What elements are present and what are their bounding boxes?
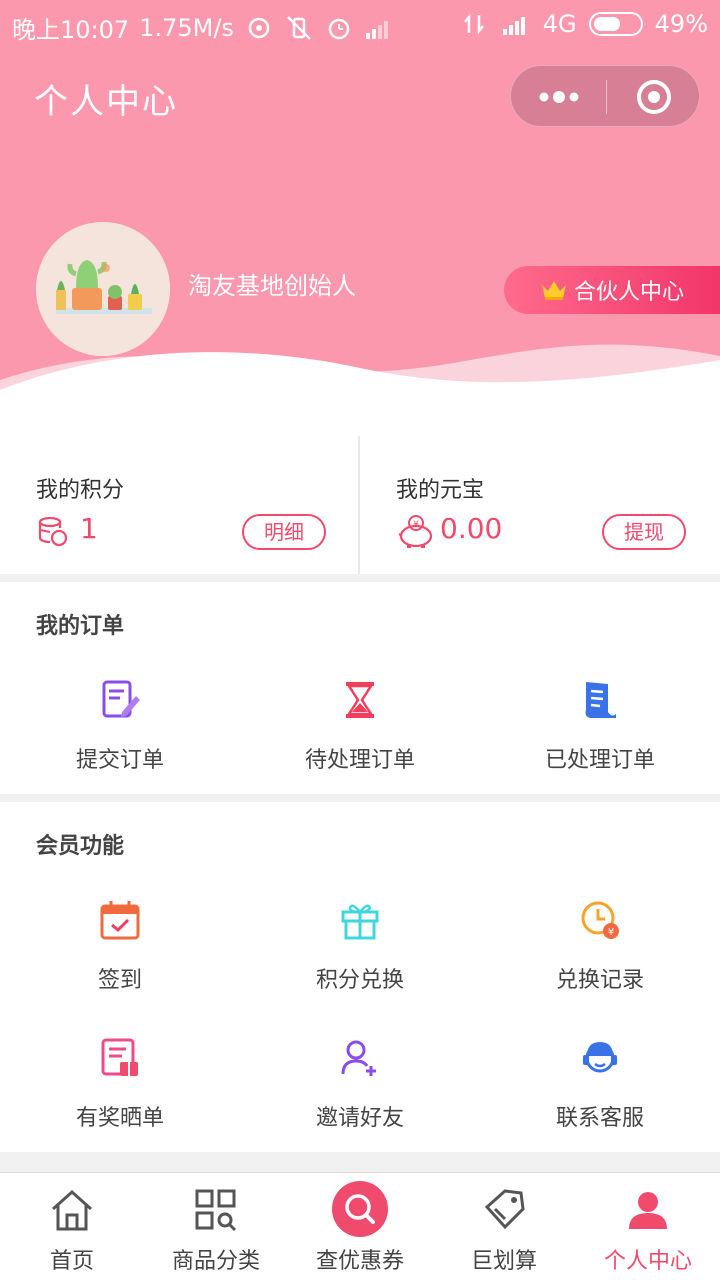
gift-icon — [341, 904, 379, 940]
checkin-label: 签到 — [97, 968, 142, 993]
user-icon — [629, 1192, 667, 1229]
processed-order-item[interactable]: 已处理订单 — [480, 678, 720, 774]
yuanbao-label: 我的元宝 — [396, 478, 485, 503]
signal-icon — [502, 17, 525, 35]
yuanbao-card: 我的元宝 ¥ 0.00 提现 — [360, 436, 720, 574]
more-button[interactable] — [511, 66, 606, 128]
share-order-item[interactable]: 有奖晒单 — [0, 1036, 240, 1132]
tab-coupons[interactable]: 查优惠券 — [288, 1173, 432, 1280]
edit-document-icon — [102, 680, 140, 718]
points-value: 1 — [80, 512, 98, 545]
crown-icon — [542, 281, 566, 300]
page-title: 个人中心 — [34, 82, 178, 122]
vibrate-off-icon — [287, 15, 311, 40]
tab-coupons-label: 查优惠券 — [315, 1249, 404, 1274]
tab-deals-label: 巨划算 — [470, 1249, 537, 1274]
status-speed: 1.75M/s — [139, 13, 234, 42]
clock-yuan-icon: ¥ — [581, 901, 619, 939]
customer-service-item[interactable]: 联系客服 — [480, 1036, 720, 1132]
points-detail-button[interactable]: 明细 — [242, 514, 326, 550]
username: 淘友基地创始人 — [188, 272, 356, 300]
coins-icon — [38, 516, 68, 547]
share-order-label: 有奖晒单 — [75, 1106, 164, 1131]
member-section: 会员功能 签到 积分兑换 ¥ 兑换记录 有奖晒单 邀请好友 联系客服 — [0, 802, 720, 1152]
member-title: 会员功能 — [36, 834, 125, 859]
battery-percent: 49% — [654, 10, 708, 38]
close-target-icon — [637, 80, 671, 114]
tab-deals[interactable]: 巨划算 — [432, 1173, 576, 1280]
points-exchange-label: 积分兑换 — [315, 968, 404, 993]
invite-friends-label: 邀请好友 — [315, 1106, 404, 1131]
partner-center-button[interactable]: 合伙人中心 — [504, 266, 720, 314]
exchange-record-label: 兑换记录 — [555, 968, 644, 993]
tab-profile[interactable]: 个人中心 — [576, 1173, 720, 1280]
wallet-stats: 我的积分 1 明细 我的元宝 ¥ 0.00 提现 — [0, 436, 720, 574]
tab-category-label: 商品分类 — [171, 1249, 260, 1274]
orders-section: 我的订单 提交订单 待处理订单 已处理订单 — [0, 582, 720, 794]
customer-service-icon — [583, 1042, 617, 1073]
sync-icon — [248, 17, 270, 38]
status-bar: 晚上10:07 1.75M/s 4G 49% — [0, 0, 720, 50]
add-user-icon — [341, 1040, 376, 1076]
points-card: 我的积分 1 明细 — [0, 436, 360, 574]
withdraw-button[interactable]: 提现 — [602, 514, 686, 550]
partner-center-label: 合伙人中心 — [574, 280, 685, 305]
more-dots-icon — [539, 91, 579, 103]
tab-profile-label: 个人中心 — [603, 1249, 692, 1274]
close-button[interactable] — [607, 66, 701, 128]
submit-order-label: 提交订单 — [75, 748, 164, 773]
receipt-icon — [585, 682, 616, 718]
network-type: 4G — [542, 10, 577, 38]
svg-text:¥: ¥ — [608, 927, 614, 938]
checkin-item[interactable]: 签到 — [0, 898, 240, 994]
submit-order-item[interactable]: 提交订单 — [0, 678, 240, 774]
calendar-check-icon — [100, 901, 140, 940]
exchange-record-item[interactable]: ¥ 兑换记录 — [480, 898, 720, 994]
tab-home[interactable]: 首页 — [0, 1173, 144, 1280]
price-tag-icon — [484, 1189, 525, 1230]
hourglass-icon — [346, 682, 374, 718]
battery-icon — [588, 12, 643, 36]
data-transfer-icon — [463, 13, 484, 35]
invite-friends-item[interactable]: 邀请好友 — [240, 1036, 480, 1132]
category-icon — [195, 1189, 237, 1232]
pending-order-label: 待处理订单 — [304, 748, 415, 773]
signal-weak-icon — [365, 20, 388, 39]
header-wave — [0, 344, 720, 436]
profile-header: 晚上10:07 1.75M/s 4G 49% 个人中心 淘友基地创始人 合伙人中… — [0, 0, 720, 436]
tab-category[interactable]: 商品分类 — [144, 1173, 288, 1280]
home-icon — [51, 1189, 93, 1231]
tab-home-label: 首页 — [49, 1249, 94, 1274]
orders-title: 我的订单 — [36, 614, 125, 639]
piggy-bank-icon: ¥ — [398, 515, 433, 548]
alarm-icon — [328, 18, 350, 39]
yuanbao-value: 0.00 — [440, 512, 503, 545]
miniprogram-capsule — [510, 65, 700, 127]
search-icon — [332, 1181, 388, 1237]
pending-order-item[interactable]: 待处理订单 — [240, 678, 480, 774]
customer-service-label: 联系客服 — [555, 1106, 644, 1131]
processed-order-label: 已处理订单 — [544, 748, 655, 773]
form-gift-icon — [101, 1038, 138, 1076]
bottom-tab-bar: 首页 商品分类 查优惠券 巨划算 个人中心 — [0, 1172, 720, 1280]
status-time: 晚上10:07 — [12, 16, 130, 44]
points-label: 我的积分 — [36, 478, 125, 503]
points-exchange-item[interactable]: 积分兑换 — [240, 898, 480, 994]
svg-text:¥: ¥ — [413, 520, 419, 530]
